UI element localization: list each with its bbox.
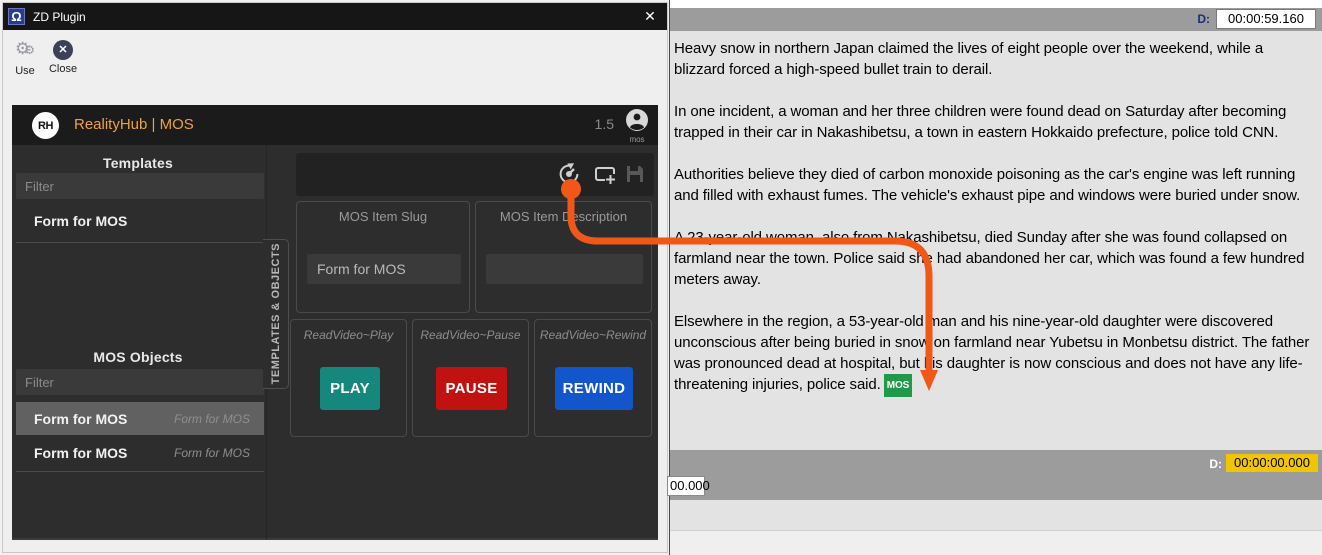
readvideo-play-caption: ReadVideo~Play	[291, 328, 406, 342]
play-button[interactable]: PLAY	[320, 367, 380, 410]
realityhub-header: RH RealityHub | MOS 1.5 mos	[12, 105, 658, 145]
duration-value-highlighted[interactable]: 00:00:00.000	[1226, 454, 1318, 472]
script-paragraph: In one incident, a woman and her three c…	[674, 101, 1316, 143]
mos-object-row[interactable]: Form for MOS Form for MOS	[16, 436, 264, 469]
duration-label: D:	[1197, 12, 1210, 26]
close-button-label: Close	[43, 63, 83, 75]
templates-section-title: Templates	[12, 155, 264, 171]
window-titlebar[interactable]: Ω ZD Plugin ✕	[3, 3, 667, 30]
mos-object-description: Form for MOS	[174, 412, 250, 426]
mos-object-row[interactable]: Form for MOS Form for MOS	[16, 402, 264, 435]
readvideo-pause-group: ReadVideo~Pause PAUSE	[412, 319, 529, 437]
script-paragraph: Elsewhere in the region, a 53-year-old m…	[674, 311, 1316, 397]
close-button[interactable]: ✕ Close	[43, 38, 83, 75]
preview-refresh-icon[interactable]	[558, 163, 580, 185]
mos-objects-section-title: MOS Objects	[12, 349, 264, 365]
zd-plugin-window: Ω ZD Plugin ✕ ⚙⚙ Use ✕ Close RH RealityH…	[2, 2, 668, 553]
mos-item-description-input[interactable]	[486, 254, 643, 284]
readvideo-rewind-group: ReadVideo~Rewind REWIND	[534, 319, 652, 437]
editor-bottom-bar: D: 00:00:00.000 00.000	[670, 450, 1322, 500]
mos-inline-badge[interactable]: MOS	[884, 374, 912, 397]
realityhub-logo: RH	[32, 112, 59, 139]
mos-object-name: Form for MOS	[34, 445, 174, 461]
save-icon[interactable]	[624, 163, 646, 185]
tab-label: TEMPLATES & OBJECTS	[270, 243, 282, 384]
rewind-button[interactable]: REWIND	[555, 367, 633, 410]
template-list-item[interactable]: Form for MOS	[16, 205, 264, 243]
version-label: 1.5	[595, 116, 614, 132]
app-toolbar: ⚙⚙ Use ✕ Close	[3, 30, 667, 100]
timecode-box: 00.000	[667, 476, 705, 496]
mos-item-slug-label: MOS Item Slug	[297, 209, 469, 224]
readvideo-pause-caption: ReadVideo~Pause	[413, 328, 528, 342]
editor-top-strip	[670, 0, 1322, 8]
mos-object-description: Form for MOS	[174, 446, 250, 460]
mos-item-slug-input[interactable]	[307, 254, 461, 284]
mos-item-description-label: MOS Item Description	[476, 209, 651, 224]
window-close-icon[interactable]: ✕	[641, 7, 659, 25]
list-divider	[16, 471, 264, 472]
duration-label: D:	[1209, 457, 1222, 471]
user-avatar-icon	[625, 108, 649, 132]
user-menu[interactable]: mos	[624, 108, 650, 144]
close-circle-icon: ✕	[53, 40, 73, 60]
add-item-icon[interactable]	[594, 163, 616, 185]
script-paragraph: Authorities believe they died of carbon …	[674, 164, 1316, 206]
omega-app-icon: Ω	[8, 8, 25, 25]
user-name-label: mos	[624, 135, 650, 144]
screen: Ω ZD Plugin ✕ ⚙⚙ Use ✕ Close RH RealityH…	[0, 0, 1322, 555]
mos-item-slug-group: MOS Item Slug	[296, 201, 470, 313]
editor-top-bar: D: 00:00:59.160	[670, 8, 1322, 31]
form-toolbar	[296, 153, 654, 196]
mos-objects-filter-input[interactable]	[16, 369, 264, 395]
readvideo-play-group: ReadVideo~Play PLAY	[290, 319, 407, 437]
tab-templates-and-objects[interactable]: TEMPLATES & OBJECTS	[263, 239, 289, 389]
editor-lower-strip	[670, 500, 1322, 531]
duration-value[interactable]: 00:00:59.160	[1216, 9, 1316, 29]
gears-icon: ⚙⚙	[5, 38, 45, 62]
mos-item-description-group: MOS Item Description	[475, 201, 652, 313]
mos-object-name: Form for MOS	[34, 411, 174, 427]
realityhub-panel: RH RealityHub | MOS 1.5 mos Templates Fo…	[12, 105, 658, 540]
use-button[interactable]: ⚙⚙ Use	[5, 38, 45, 77]
script-text-area[interactable]: Heavy snow in northern Japan claimed the…	[670, 31, 1322, 450]
script-paragraph: Heavy snow in northern Japan claimed the…	[674, 38, 1316, 80]
script-paragraph: A 23-year-old woman, also from Nakashibe…	[674, 227, 1316, 290]
templates-filter-input[interactable]	[16, 173, 264, 199]
realityhub-title: RealityHub | MOS	[74, 116, 194, 133]
readvideo-rewind-caption: ReadVideo~Rewind	[535, 328, 651, 342]
script-paragraph-text: Elsewhere in the region, a 53-year-old m…	[674, 313, 1309, 393]
use-button-label: Use	[5, 65, 45, 77]
window-title: ZD Plugin	[33, 10, 86, 24]
pause-button[interactable]: PAUSE	[436, 367, 507, 410]
script-editor-panel: D: 00:00:59.160 Heavy snow in northern J…	[669, 0, 1322, 555]
